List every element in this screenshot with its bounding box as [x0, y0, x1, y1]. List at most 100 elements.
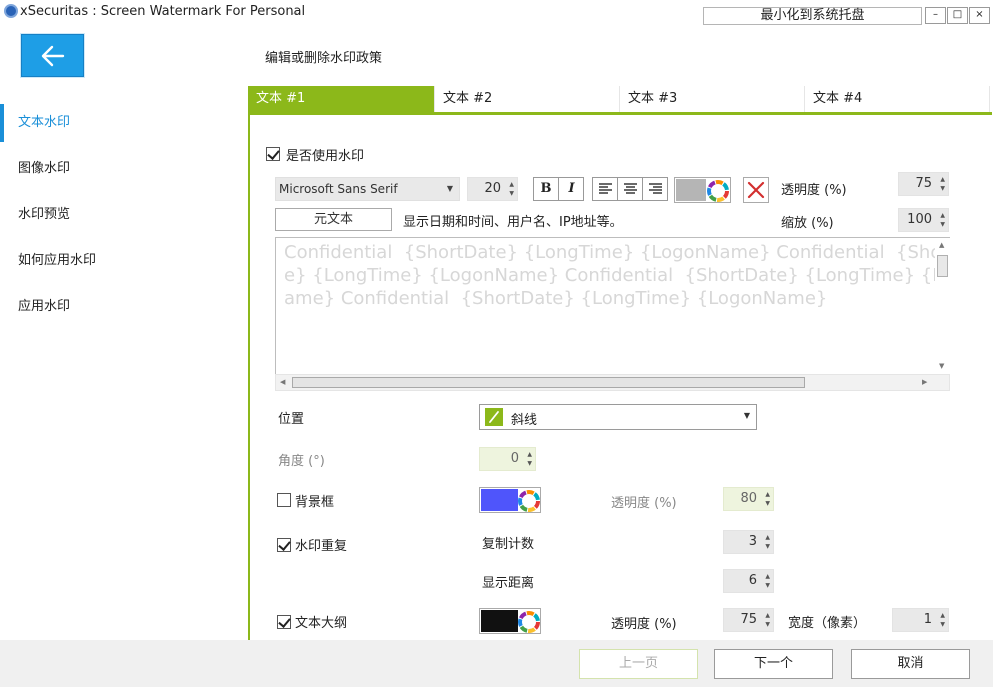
outline-checkbox[interactable] [277, 615, 291, 629]
position-select[interactable]: 斜线 ▼ [479, 404, 757, 430]
outline-color-button[interactable] [479, 608, 541, 634]
spin-up-icon[interactable]: ▲ [765, 492, 770, 498]
color-wheel-icon [518, 611, 540, 633]
align-right-icon [649, 183, 662, 194]
align-center-icon [624, 183, 637, 194]
bold-italic-group: B I [533, 177, 584, 201]
watermark-text-area[interactable]: Confidential {ShortDate} {LongTime} {Log… [275, 237, 950, 391]
spin-down-icon[interactable]: ▼ [940, 622, 945, 628]
spin-down-icon[interactable]: ▼ [940, 186, 945, 192]
font-family-select[interactable]: Microsoft Sans Serif ▼ [275, 177, 460, 201]
bold-button[interactable]: B [534, 178, 559, 200]
tab-text-3[interactable]: 文本 #3 [620, 86, 805, 112]
minimize-to-tray-button[interactable]: 最小化到系统托盘 [703, 7, 922, 25]
spin-up-icon[interactable]: ▲ [509, 182, 514, 188]
window-title-suffix: .. [291, 4, 298, 17]
scroll-down-icon[interactable]: ▼ [939, 362, 944, 370]
watermark-text: Confidential {ShortDate} {LongTime} {Log… [284, 242, 950, 309]
opacity-stepper[interactable]: 75 ▲ ▼ [898, 172, 949, 196]
maximize-button[interactable]: □ [947, 7, 968, 24]
copy-count-label: 复制计数 [482, 537, 535, 552]
spin-down-icon[interactable]: ▼ [940, 222, 945, 228]
text-area-horizontal-scrollbar[interactable]: ◀ ▶ [275, 374, 950, 391]
scale-label: 缩放 (%) [781, 216, 834, 231]
spin-up-icon[interactable]: ▲ [527, 452, 532, 458]
spin-up-icon[interactable]: ▲ [765, 535, 770, 541]
font-size-value: 20 [484, 181, 501, 196]
minimize-button[interactable]: – [925, 7, 946, 24]
scale-stepper[interactable]: 100 ▲ ▼ [898, 208, 949, 232]
background-color-swatch [481, 489, 518, 511]
outline-color-swatch [481, 610, 518, 632]
text-area-vertical-scrollbar[interactable]: ▲ ▼ [935, 238, 950, 374]
display-distance-label: 显示距离 [482, 576, 535, 591]
tab-text-1[interactable]: 文本 #1 [248, 86, 435, 112]
close-button[interactable]: × [969, 7, 990, 24]
repeat-label: 水印重复 [295, 539, 348, 554]
font-family-value: Microsoft Sans Serif [279, 182, 398, 196]
meta-text-button[interactable]: 元文本 [275, 208, 392, 231]
sidebar: 文本水印 图像水印 水印预览 如何应用水印 应用水印 [0, 100, 248, 330]
spin-up-icon[interactable]: ▲ [765, 574, 770, 580]
spin-down-icon[interactable]: ▼ [509, 191, 514, 197]
italic-button[interactable]: I [559, 178, 584, 200]
scroll-left-icon[interactable]: ◀ [280, 378, 285, 386]
scrollbar-thumb[interactable] [292, 377, 805, 388]
use-watermark-checkbox[interactable] [266, 147, 280, 161]
spin-up-icon[interactable]: ▲ [940, 213, 945, 219]
back-button[interactable] [21, 34, 84, 77]
opacity-value: 75 [915, 176, 932, 191]
scroll-up-icon[interactable]: ▲ [939, 241, 944, 249]
spin-down-icon[interactable]: ▼ [765, 622, 770, 628]
app-logo-icon [4, 4, 18, 18]
outline-label: 文本大纲 [295, 616, 348, 631]
sidebar-item-preview[interactable]: 水印预览 [0, 192, 248, 238]
align-center-button[interactable] [618, 178, 643, 200]
spin-down-icon[interactable]: ▼ [765, 544, 770, 550]
spin-up-icon[interactable]: ▲ [940, 177, 945, 183]
outline-opacity-stepper[interactable]: 75 ▲ ▼ [723, 608, 774, 632]
scrollbar-thumb[interactable] [937, 255, 948, 277]
close-icon [747, 181, 765, 199]
clear-button[interactable] [743, 177, 769, 203]
opacity-label: 透明度 (%) [781, 183, 847, 198]
sidebar-item-how-to-apply[interactable]: 如何应用水印 [0, 238, 248, 284]
spin-down-icon[interactable]: ▼ [527, 461, 532, 467]
display-distance-stepper[interactable]: 6 ▲ ▼ [723, 569, 774, 593]
scale-value: 100 [907, 212, 932, 227]
spin-down-icon[interactable]: ▼ [765, 583, 770, 589]
spin-down-icon[interactable]: ▼ [765, 501, 770, 507]
outline-width-stepper[interactable]: 1 ▲ ▼ [892, 608, 949, 632]
tab-text-4[interactable]: 文本 #4 [805, 86, 990, 112]
text-color-swatch [676, 179, 706, 201]
sidebar-item-image-watermark[interactable]: 图像水印 [0, 146, 248, 192]
background-opacity-label: 透明度 (%) [611, 496, 677, 511]
spin-up-icon[interactable]: ▲ [940, 613, 945, 619]
background-color-button[interactable] [479, 487, 541, 513]
chevron-down-icon: ▼ [446, 184, 453, 193]
outline-width-value: 1 [923, 612, 932, 627]
use-watermark-label: 是否使用水印 [286, 149, 365, 164]
sidebar-item-text-watermark[interactable]: 文本水印 [0, 100, 248, 146]
previous-button[interactable]: 上一页 [579, 649, 698, 679]
align-right-button[interactable] [643, 178, 668, 200]
arrow-left-icon [41, 45, 65, 67]
scroll-right-icon[interactable]: ▶ [922, 378, 927, 386]
position-label: 位置 [278, 412, 305, 427]
next-button[interactable]: 下一个 [714, 649, 833, 679]
sidebar-item-apply[interactable]: 应用水印 [0, 284, 248, 330]
tab-text-2[interactable]: 文本 #2 [435, 86, 620, 112]
cancel-button[interactable]: 取消 [851, 649, 970, 679]
angle-stepper[interactable]: 0 ▲ ▼ [479, 447, 536, 471]
repeat-checkbox[interactable] [277, 538, 291, 552]
text-color-button[interactable] [674, 177, 731, 203]
background-opacity-stepper[interactable]: 80 ▲ ▼ [723, 487, 774, 511]
background-opacity-value: 80 [740, 491, 757, 506]
align-left-button[interactable] [593, 178, 618, 200]
background-box-checkbox[interactable] [277, 493, 291, 507]
background-box-label: 背景框 [295, 495, 335, 510]
copy-count-stepper[interactable]: 3 ▲ ▼ [723, 530, 774, 554]
color-wheel-icon [707, 180, 729, 202]
font-size-stepper[interactable]: 20 ▲ ▼ [467, 177, 518, 201]
spin-up-icon[interactable]: ▲ [765, 613, 770, 619]
